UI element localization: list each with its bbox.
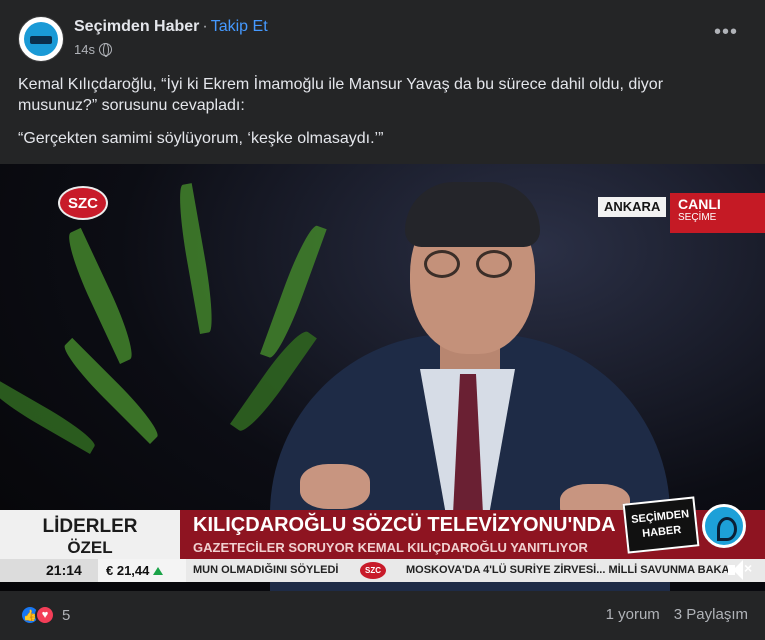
- speaker-hair: [405, 182, 540, 247]
- love-reaction-icon: ♥: [35, 605, 55, 625]
- glasses-left: [424, 250, 460, 278]
- shares-link[interactable]: 3 Paylaşım: [674, 606, 748, 623]
- watermark-text: SEÇİMDEN HABER: [622, 496, 700, 554]
- page-name-link[interactable]: Seçimden Haber: [74, 18, 199, 35]
- location-badge: ANKARA: [598, 197, 667, 217]
- speaker-cone: [733, 560, 743, 580]
- ticker-channel-logo: SZC: [360, 562, 386, 579]
- facebook-post: Seçimden Haber · Takip Et 14s ••• Kemal Kı…: [0, 0, 765, 640]
- ticker-currency: € 21,44: [98, 559, 186, 582]
- mute-x: ×: [744, 560, 753, 576]
- glasses-right: [476, 250, 512, 278]
- live-label: CANLI: [678, 196, 721, 212]
- video-player[interactable]: SZC ANKARA CANLI SEÇİME LİDERLER ÖZEL KI…: [0, 164, 765, 591]
- post-meta: 14s: [74, 42, 112, 57]
- video-subheadline: GAZETECİLER SORUYOR KEMAL KILIÇDAROĞLU Y…: [193, 540, 588, 555]
- follow-button[interactable]: Takip Et: [211, 18, 268, 35]
- ticker-news-2: MOSKOVA'DA 4'LÜ SURİYE ZİRVESİ... MİLLİ …: [406, 564, 728, 576]
- ticker-currency-value: € 21,44: [106, 563, 150, 578]
- arrow-up-icon: [153, 567, 164, 575]
- volume-muted-icon[interactable]: ×: [726, 558, 754, 582]
- lower-third-label-line1: LİDERLER: [42, 516, 138, 537]
- reaction-count: 5: [62, 606, 71, 624]
- page-logo-icon: [24, 22, 58, 56]
- ticker-time: 21:14: [0, 559, 98, 582]
- post-footer: 👍 ♥ 5 1 yorum 3 Paylaşım: [18, 598, 748, 632]
- live-badge: CANLI SEÇİME: [670, 193, 765, 233]
- page-avatar[interactable]: [18, 16, 64, 62]
- channel-logo: SZC: [58, 186, 108, 220]
- speaker-hand: [300, 464, 370, 509]
- watermark-logo-icon: [702, 504, 746, 548]
- post-stats: 1 yorum 3 Paylaşım: [606, 606, 748, 623]
- lower-third-label-line2: ÖZEL: [67, 538, 113, 557]
- post-header: Seçimden Haber · Takip Et 14s •••: [18, 14, 748, 64]
- video-headline: KILIÇDAROĞLU SÖZCÜ TELEVİZYONU'NDA: [193, 514, 616, 536]
- reactions-summary[interactable]: 👍 ♥ 5: [20, 605, 70, 625]
- post-time[interactable]: 14s: [74, 42, 95, 57]
- post-paragraph-1: Kemal Kılıçdaroğlu, “İyi ki Ekrem İmamoğ…: [18, 76, 664, 114]
- post-paragraph-2: “Gerçekten samimi söylüyorum, ‘keşke olm…: [18, 130, 384, 147]
- lower-third-label: LİDERLER ÖZEL: [0, 510, 180, 566]
- more-options-icon[interactable]: •••: [712, 22, 740, 48]
- post-text: Kemal Kılıçdaroğlu, “İyi ki Ekrem İmamoğ…: [18, 74, 738, 161]
- separator-dot: ·: [202, 18, 208, 35]
- live-sub-label: SEÇİME: [678, 212, 717, 223]
- comments-link[interactable]: 1 yorum: [606, 606, 660, 623]
- globe-icon: [98, 43, 112, 57]
- page-name-line: Seçimden Haber · Takip Et: [74, 18, 268, 36]
- ticker-news-1: MUN OLMADIĞINI SÖYLEDİ: [193, 564, 339, 576]
